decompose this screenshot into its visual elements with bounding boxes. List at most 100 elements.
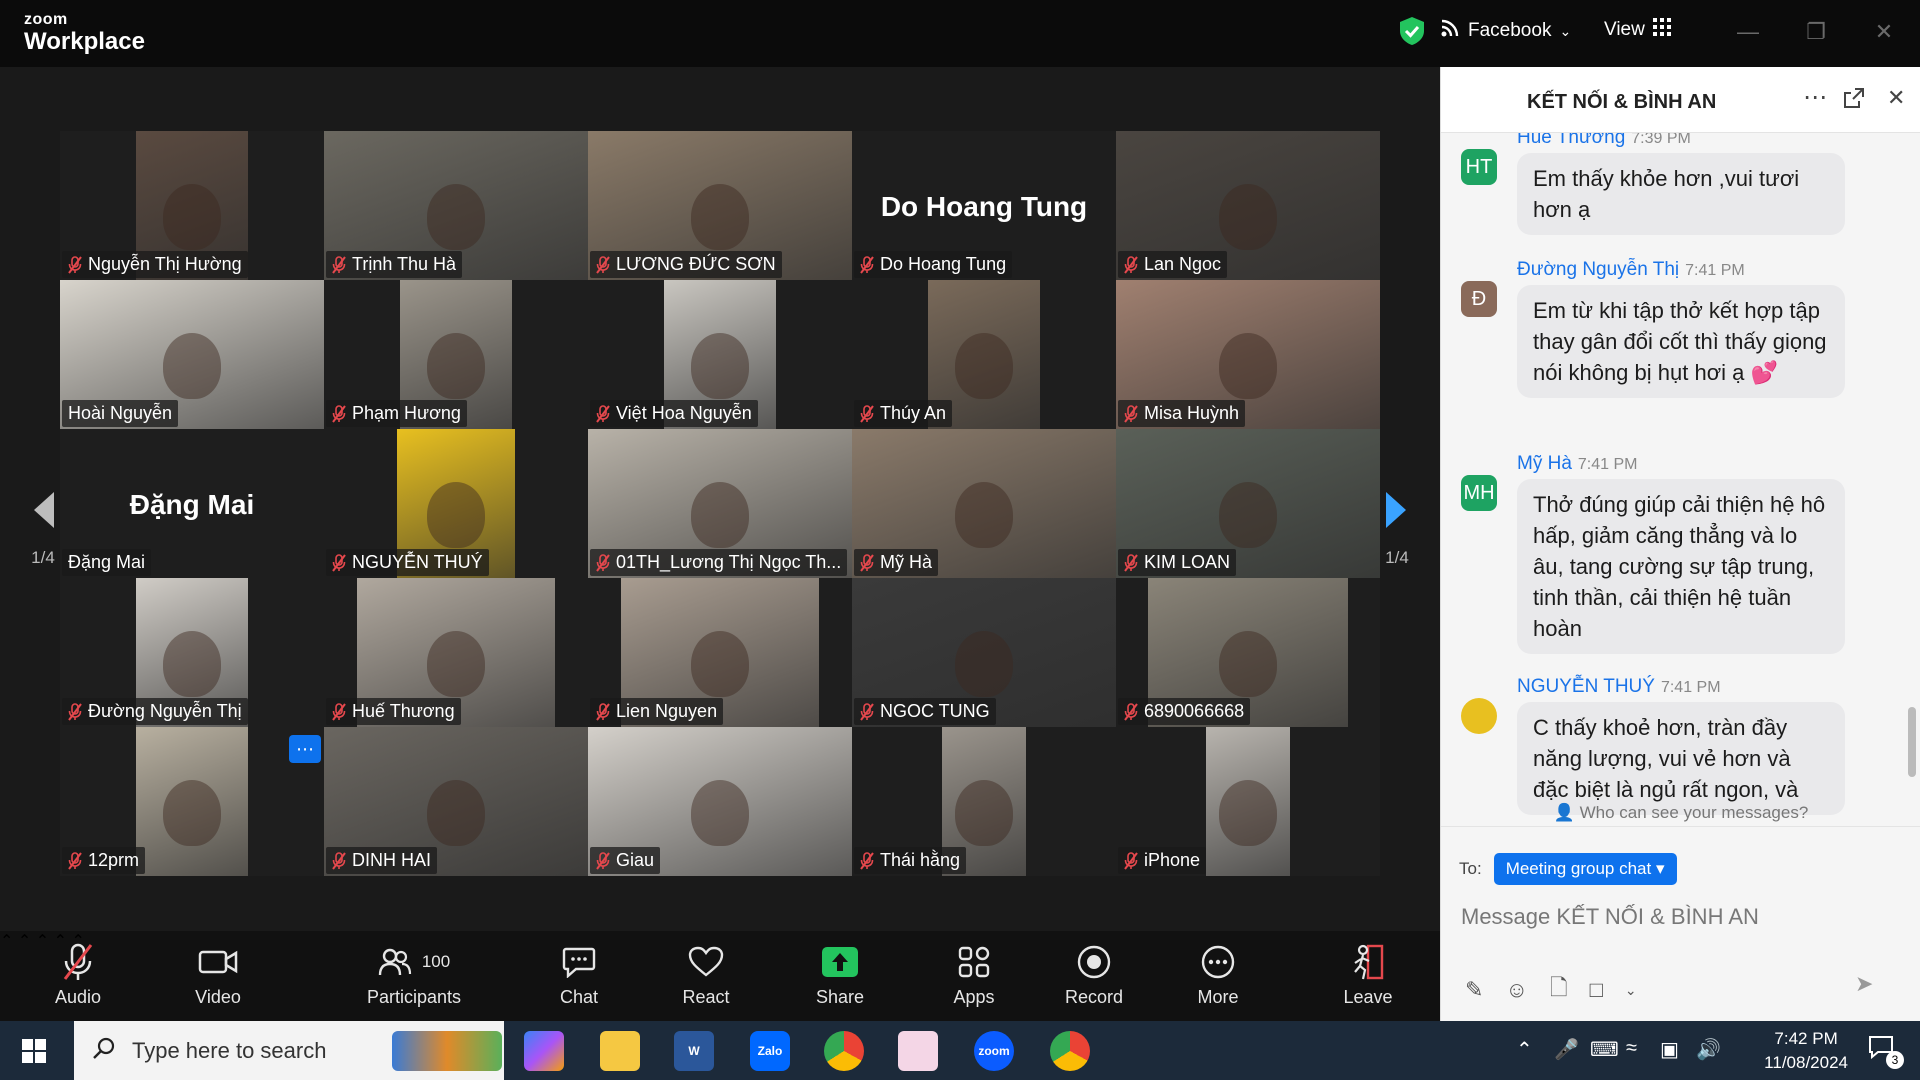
windows-start-icon[interactable]: [22, 1039, 46, 1068]
mic-muted-icon: [68, 702, 82, 721]
chevron-down-icon[interactable]: ⌄: [1625, 982, 1637, 999]
security-shield-icon[interactable]: [1398, 16, 1426, 51]
message-bubble[interactable]: Em thấy khỏe hơn ,vui tươi hơn ạ: [1517, 153, 1845, 235]
participant-tile[interactable]: Lan Ngoc: [1116, 131, 1380, 280]
send-icon[interactable]: ➤: [1855, 971, 1873, 997]
participant-tile[interactable]: DINH HAI: [324, 727, 588, 876]
sender-avatar[interactable]: [1461, 698, 1497, 734]
participant-tile[interactable]: Nguyễn Thị Hường: [60, 131, 324, 280]
participant-tile[interactable]: iPhone: [1116, 727, 1380, 876]
audio-label: Audio: [54, 987, 102, 1007]
participant-tile[interactable]: Thúy An: [852, 280, 1116, 429]
participant-tile[interactable]: NGUYỄN THUÝ: [324, 429, 588, 578]
audio-options-caret[interactable]: ⌃: [0, 933, 13, 950]
sender-name[interactable]: Mỹ Hà: [1517, 453, 1572, 474]
participant-tile[interactable]: 01TH_Lương Thị Ngọc Th...: [588, 429, 852, 578]
chrome-profile-icon[interactable]: [1050, 1031, 1090, 1071]
minimize-button[interactable]: —: [1728, 12, 1768, 52]
react-button[interactable]: React: [646, 939, 766, 1008]
participants-count: 100: [421, 952, 451, 971]
participant-tile[interactable]: Misa Huỳnh: [1116, 280, 1380, 429]
mic-muted-icon: [1124, 404, 1138, 423]
copilot-icon[interactable]: [524, 1031, 564, 1071]
books-widget-icon[interactable]: [392, 1031, 502, 1071]
participants-button[interactable]: 100 Participants: [354, 939, 474, 1008]
participant-tile[interactable]: Việt Hoa Nguyễn: [588, 280, 852, 429]
participant-tile[interactable]: Lien Nguyen: [588, 578, 852, 727]
microphone-tray-icon[interactable]: 🎤: [1554, 1037, 1579, 1062]
message-meta: Đường Nguyễn Thị 7:41 PM: [1517, 259, 1745, 281]
sender-name[interactable]: NGUYỄN THUÝ: [1517, 676, 1655, 697]
more-button[interactable]: More: [1158, 939, 1278, 1008]
participant-label: NGUYỄN THUÝ: [326, 549, 489, 576]
close-window-button[interactable]: ✕: [1864, 12, 1904, 52]
pdf-app-icon[interactable]: [898, 1031, 938, 1071]
record-button[interactable]: Record: [1034, 939, 1154, 1008]
person-silhouette: [691, 780, 749, 847]
share-button[interactable]: Share: [780, 939, 900, 1008]
camera-tray-icon[interactable]: ▣: [1660, 1037, 1679, 1062]
participant-name: 01TH_Lương Thị Ngọc Th...: [616, 552, 842, 572]
view-button[interactable]: View: [1604, 18, 1671, 42]
chat-more-icon[interactable]: ⋯: [1803, 83, 1827, 112]
notification-center[interactable]: 3: [1868, 1035, 1904, 1069]
message-bubble[interactable]: Em từ khi tập thở kết hợp tập thay gân đ…: [1517, 285, 1845, 398]
participant-tile[interactable]: Đường Nguyễn Thị: [60, 578, 324, 727]
video-gallery: 1/4 1/4 Nguyễn Thị Hường Trịnh Thu Hà LƯƠN…: [0, 67, 1440, 931]
participant-tile[interactable]: Trịnh Thu Hà: [324, 131, 588, 280]
participant-tile[interactable]: Đặng Mai Đặng Mai: [60, 429, 324, 578]
sender-name[interactable]: Đường Nguyễn Thị: [1517, 259, 1679, 280]
ime-icon[interactable]: ⌨: [1590, 1037, 1619, 1062]
leave-button[interactable]: Leave: [1308, 939, 1428, 1008]
screenshot-icon[interactable]: □: [1590, 977, 1603, 1003]
camera-icon: [158, 939, 278, 985]
participant-tile[interactable]: LƯƠNG ĐỨC SƠN: [588, 131, 852, 280]
chrome-icon[interactable]: [824, 1031, 864, 1071]
volume-icon[interactable]: 🔊: [1696, 1037, 1721, 1062]
participant-tile[interactable]: 6890066668: [1116, 578, 1380, 727]
sender-avatar[interactable]: Đ: [1461, 281, 1497, 317]
taskbar-clock[interactable]: 7:42 PM 11/08/2024: [1764, 1027, 1848, 1075]
participant-tile[interactable]: Thái hằng: [852, 727, 1116, 876]
visibility-info[interactable]: 👤 Who can see your messages?: [1441, 797, 1920, 827]
zoom-app-icon[interactable]: zoom: [974, 1031, 1014, 1071]
participant-tile[interactable]: Do Hoang Tung Do Hoang Tung: [852, 131, 1116, 280]
participant-tile[interactable]: KIM LOAN: [1116, 429, 1380, 578]
popout-icon[interactable]: [1843, 87, 1865, 114]
message-bubble[interactable]: Thở đúng giúp cải thiện hệ hô hấp, giảm …: [1517, 479, 1845, 654]
file-icon[interactable]: 🗋: [1550, 971, 1568, 1009]
sender-avatar[interactable]: HT: [1461, 149, 1497, 185]
audio-button[interactable]: Audio: [18, 939, 138, 1008]
chat-scrollbar[interactable]: [1908, 707, 1916, 777]
participant-tile[interactable]: 12prm: [60, 727, 324, 876]
participant-label: Mỹ Hà: [854, 549, 939, 576]
chat-button[interactable]: Chat: [519, 939, 639, 1008]
person-silhouette: [691, 184, 749, 251]
wifi-icon[interactable]: ≈: [1626, 1037, 1637, 1060]
livestream-facebook-button[interactable]: Facebook ⌄: [1440, 18, 1571, 44]
zalo-icon[interactable]: Zalo: [750, 1031, 790, 1071]
participant-tile[interactable]: Hoài Nguyễn: [60, 280, 324, 429]
close-chat-icon[interactable]: ✕: [1887, 85, 1905, 111]
message-input[interactable]: [1461, 897, 1901, 937]
tile-options-button[interactable]: ⋯: [289, 735, 321, 763]
person-silhouette: [955, 333, 1013, 400]
format-icon[interactable]: ✎: [1465, 977, 1483, 1003]
maximize-button[interactable]: ❐: [1796, 12, 1836, 52]
apps-button[interactable]: Apps: [914, 939, 1034, 1008]
file-explorer-icon[interactable]: [600, 1031, 640, 1071]
word-icon[interactable]: W: [674, 1031, 714, 1071]
sender-name[interactable]: Huế Thương: [1517, 133, 1625, 148]
participant-tile[interactable]: Mỹ Hà: [852, 429, 1116, 578]
tray-overflow-icon[interactable]: ⌃: [1516, 1037, 1533, 1062]
video-button[interactable]: Video: [158, 939, 278, 1008]
participant-tile[interactable]: Huế Thương: [324, 578, 588, 727]
sender-avatar[interactable]: MH: [1461, 475, 1497, 511]
participant-label: Lien Nguyen: [590, 698, 724, 725]
emoji-icon[interactable]: ☺: [1505, 977, 1527, 1003]
participant-tile[interactable]: Phạm Hương: [324, 280, 588, 429]
participant-tile[interactable]: NGOC TUNG: [852, 578, 1116, 727]
participant-tile[interactable]: Giau: [588, 727, 852, 876]
participant-name: Nguyễn Thị Hường: [88, 254, 242, 274]
recipient-select[interactable]: Meeting group chat ▾: [1493, 853, 1677, 885]
